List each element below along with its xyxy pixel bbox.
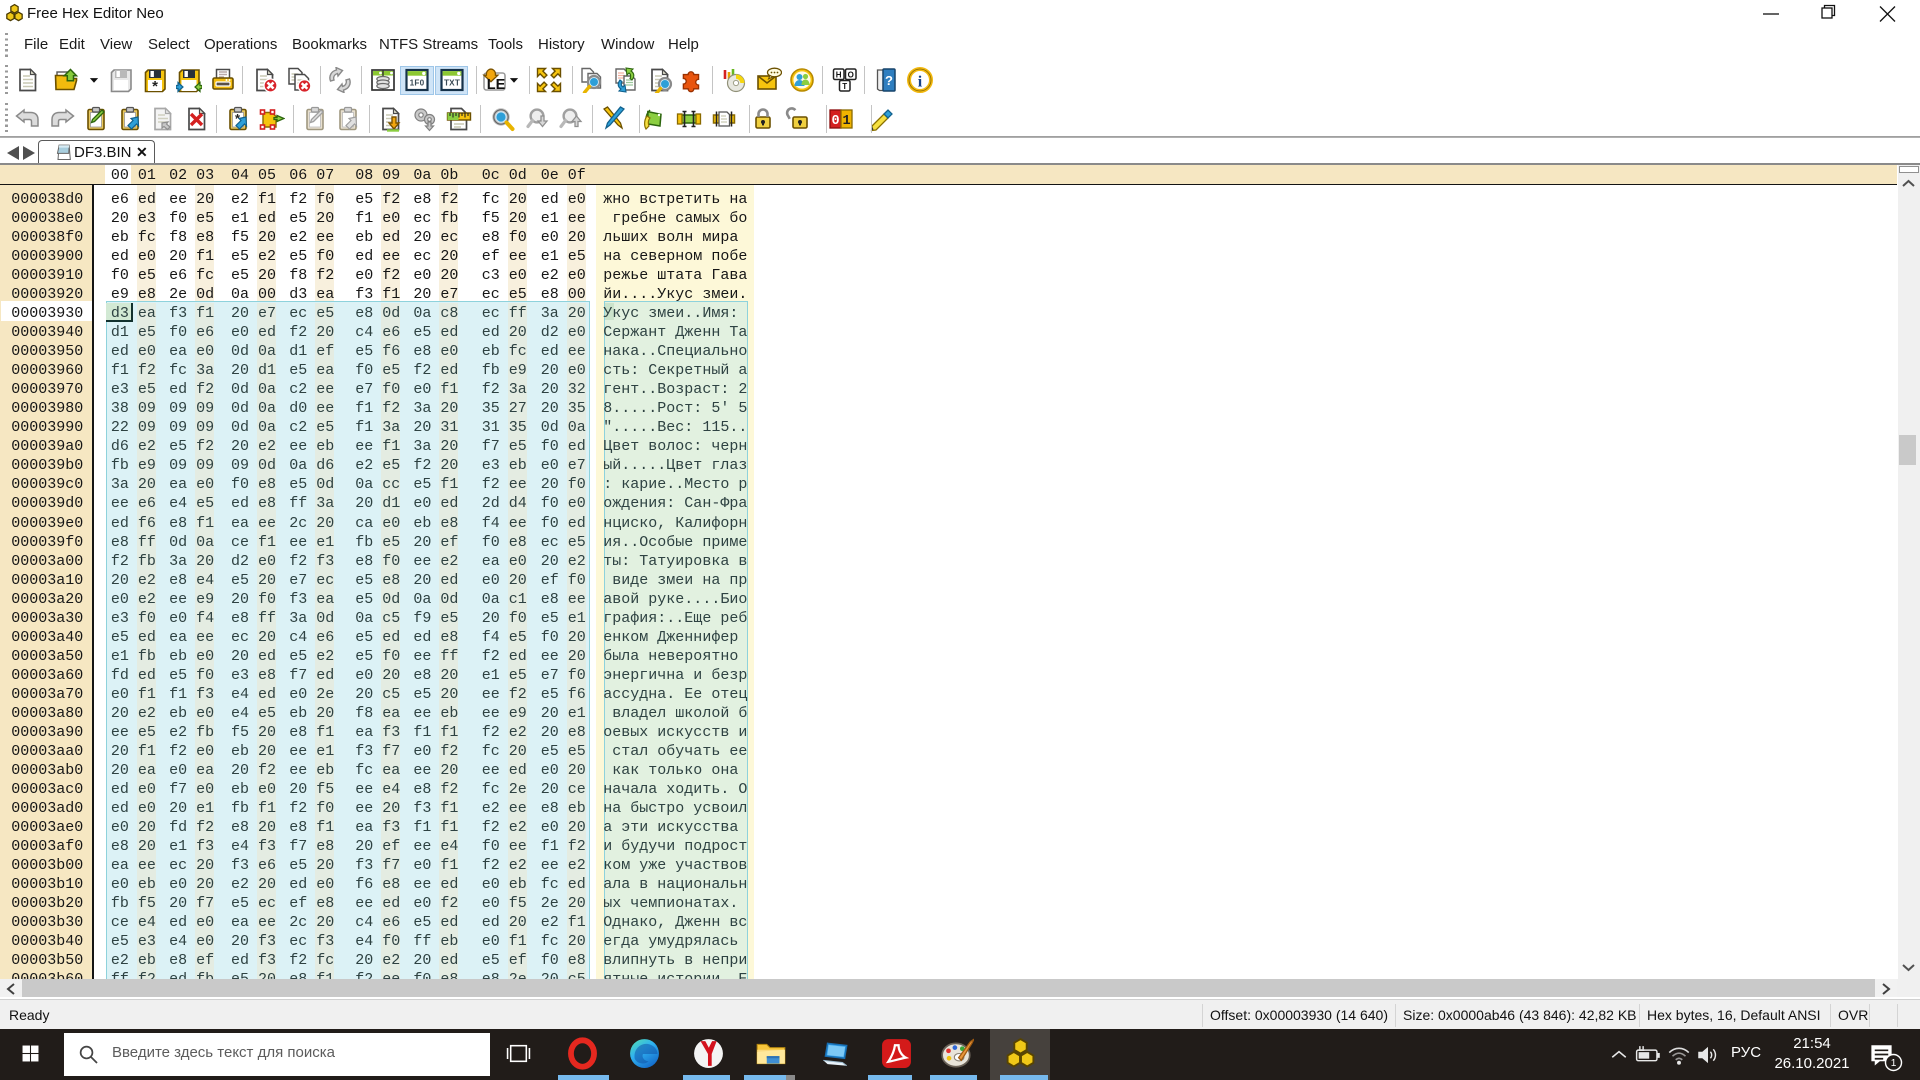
svg-text:1: 1 bbox=[1891, 1058, 1897, 1069]
